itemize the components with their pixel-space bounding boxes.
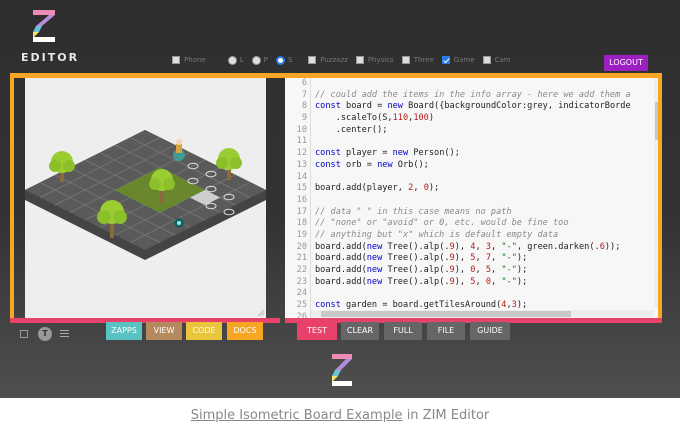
test-button[interactable]: TEST [297,322,337,340]
clear-button[interactable]: CLEAR [341,322,379,340]
line-number: 13 [296,159,307,170]
view-button[interactable]: VIEW [146,322,182,340]
radio-s[interactable] [275,55,285,65]
docs-button[interactable]: DOCS [227,322,263,340]
line-number: 9 [301,113,307,124]
code-line[interactable]: const board = new Board({backgroundColor… [315,101,654,113]
code-line[interactable]: board.add(new Tree().alp(.9), 5, 7, "-")… [315,253,654,265]
line-number: 15 [296,183,307,194]
options-bar: Phone L P S Puzzazz Physics Three Game C… [172,54,519,66]
code-line[interactable]: .center(); [315,125,654,137]
code-line[interactable]: // data " " in this case means no path [315,207,654,219]
zim-logo-icon [33,10,55,42]
puzzazz-option[interactable]: Puzzazz [308,56,348,64]
game-option[interactable]: Game [441,56,475,64]
line-number: 19 [296,229,307,240]
isometric-board[interactable] [25,78,266,318]
code-editor[interactable]: 6 7 8 9 10 11 12 13 14 15 16 17 18 19 20… [285,78,662,318]
line-number: 6 [301,78,307,88]
line-number: 16 [296,194,307,205]
orientation-l-option[interactable]: L [227,55,244,65]
radio-l[interactable] [227,55,237,65]
radio-p[interactable] [251,55,261,65]
line-number: 18 [296,218,307,229]
radio-p-label: P [263,56,268,64]
code-line[interactable] [315,195,654,207]
code-line[interactable]: board.add(new Tree().alp(.9), 0, 5, "-")… [315,265,654,277]
code-line[interactable]: // anything but "x" which is default emp… [315,230,654,242]
cam-checkbox[interactable] [482,56,491,64]
puzzazz-label: Puzzazz [320,56,348,64]
code-line[interactable] [315,288,654,300]
code-line[interactable]: .scaleTo(S,110,100) [315,113,654,125]
horizontal-scrollbar[interactable] [311,310,654,318]
code-line[interactable]: const orb = new Orb(); [315,160,654,172]
line-number: 25 [296,300,307,311]
cam-option[interactable]: Cam [482,56,511,64]
code-line[interactable]: board.add(new Tree().alp(.9), 4, 3, "-",… [315,242,654,254]
three-label: Three [413,56,434,64]
left-edge-divider [10,78,14,323]
code-button[interactable]: CODE [186,322,222,340]
code-line[interactable]: // could add the items in the info array… [315,90,654,102]
full-button[interactable]: FULL [384,322,422,340]
line-number: 12 [296,148,307,159]
puzzazz-checkbox[interactable] [308,56,317,64]
phone-checkbox[interactable] [172,56,180,64]
zim-bottom-logo-icon [332,354,352,386]
line-number: 23 [296,276,307,287]
preview-stage[interactable] [25,78,266,318]
three-option[interactable]: Three [401,56,434,64]
square-icon[interactable] [20,330,28,338]
line-number: 11 [296,136,307,147]
cam-label: Cam [494,56,511,64]
phone-label: Phone [184,56,206,64]
physics-option[interactable]: Physics [355,56,394,64]
line-number: 21 [296,253,307,264]
line-number: 7 [301,89,307,100]
code-lines[interactable]: // could add the items in the info array… [315,78,654,318]
radio-l-label: L [239,56,244,64]
code-line[interactable] [315,172,654,184]
file-button[interactable]: FILE [427,322,465,340]
line-number: 22 [296,265,307,275]
radio-s-label: S [287,56,293,64]
page-caption: Simple Isometric Board Example in ZIM Ed… [0,408,680,423]
example-link[interactable]: Simple Isometric Board Example [191,408,403,423]
text-size-icon[interactable]: T [38,327,52,341]
phone-option[interactable]: Phone [172,56,206,64]
orb-marker [174,218,184,228]
caption-suffix: in ZIM Editor [402,408,490,423]
line-number: 17 [296,206,307,217]
orientation-s-option[interactable]: S [275,55,293,65]
code-line[interactable] [315,78,654,90]
guide-button[interactable]: GUIDE [470,322,510,340]
line-number: 10 [296,124,307,135]
physics-label: Physics [367,56,394,64]
game-label: Game [453,56,475,64]
three-checkbox[interactable] [401,56,410,64]
physics-checkbox[interactable] [355,56,364,64]
editor-app: EDITOR Phone L P S Puzzazz Physics Three… [0,0,680,398]
code-line[interactable]: const player = new Person(); [315,148,654,160]
code-line[interactable] [315,136,654,148]
game-checkbox[interactable] [441,56,450,64]
logout-button[interactable]: LOGOUT [604,55,648,71]
menu-lines-icon[interactable] [60,330,69,337]
line-number: 14 [296,171,307,182]
orientation-p-option[interactable]: P [251,55,268,65]
line-number: 20 [296,241,307,252]
right-edge-divider [658,78,662,318]
code-line[interactable]: board.add(player, 2, 0); [315,183,654,195]
code-line[interactable]: // "none" or "avoid" or 0, etc. would be… [315,218,654,230]
app-logo-text: EDITOR [21,51,80,64]
code-line[interactable]: board.add(new Tree().alp(.9), 5, 0, "-")… [315,277,654,289]
line-number-gutter: 6 7 8 9 10 11 12 13 14 15 16 17 18 19 20… [285,78,311,318]
zapps-button[interactable]: ZAPPS [106,322,142,340]
line-number: 24 [296,288,307,299]
line-number: 8 [301,101,307,112]
